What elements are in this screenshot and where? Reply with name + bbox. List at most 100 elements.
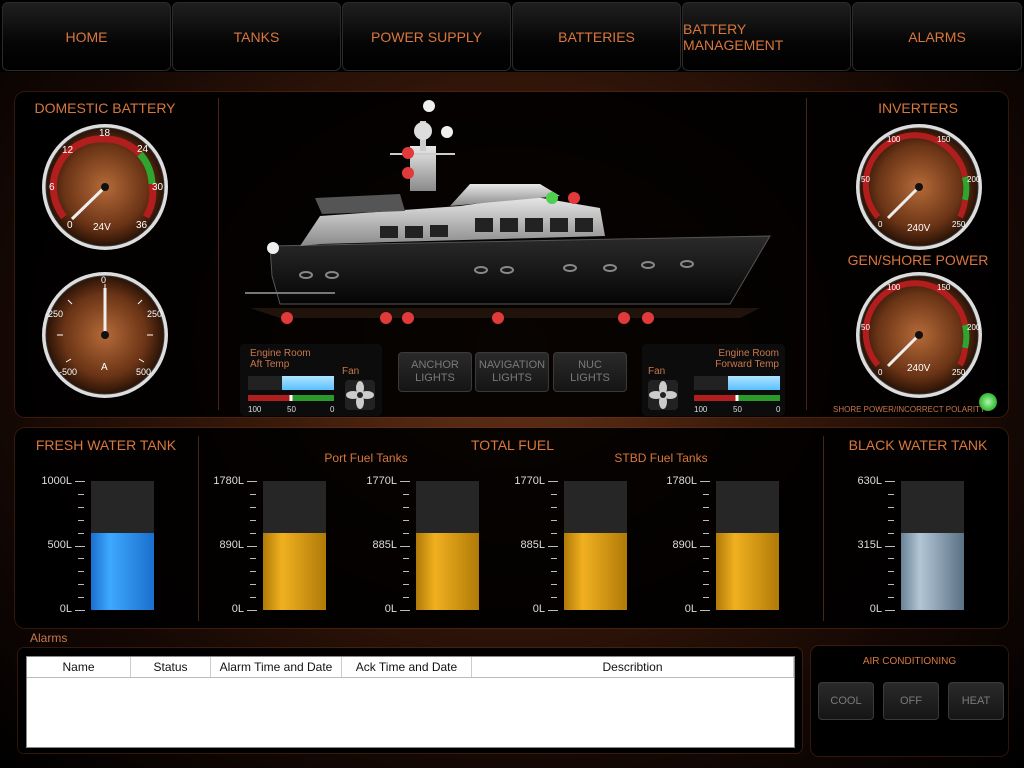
- tank-tick: [75, 481, 85, 482]
- tank-tick: [888, 506, 894, 508]
- gauge-tick-label: 0: [101, 275, 106, 285]
- fan-button[interactable]: [345, 380, 375, 410]
- gauge-tick-label: 0: [67, 220, 73, 231]
- column-header-alarm-time[interactable]: Alarm Time and Date: [210, 657, 342, 678]
- nuc-lights-button[interactable]: NUC LIGHTS: [553, 352, 627, 392]
- tab-home[interactable]: HOME: [2, 2, 171, 71]
- ac-off-button[interactable]: OFF: [883, 682, 939, 720]
- tank-scale-label: 0L: [231, 603, 244, 615]
- tank-level-fill: [416, 532, 479, 610]
- tab-alarms[interactable]: ALARMS: [852, 2, 1022, 71]
- black-water-title: BLACK WATER TANK: [848, 437, 988, 453]
- divider: [806, 98, 807, 410]
- tank-scale-label: 0L: [532, 603, 545, 615]
- air-conditioning-title: AIR CONDITIONING: [862, 656, 957, 667]
- tank-tick: [703, 571, 709, 573]
- ac-heat-button[interactable]: HEAT: [948, 682, 1004, 720]
- fan-label: Fan: [648, 366, 666, 377]
- port-fuel-tank: [263, 481, 326, 610]
- navigation-lights-button[interactable]: NAVIGATION LIGHTS: [475, 352, 549, 392]
- tank-tick: [700, 610, 710, 611]
- gauge-tick-label: 24: [137, 144, 149, 155]
- scale-label: 0: [330, 405, 335, 414]
- gauge-tick-label: 6: [49, 182, 55, 193]
- anchor-light-indicator: [441, 126, 453, 138]
- alarms-table[interactable]: Name Status Alarm Time and Date Ack Time…: [26, 656, 795, 748]
- tank-tick: [885, 610, 895, 611]
- btn-label: ANCHOR: [411, 359, 459, 371]
- tank-scale-label: 1770L: [366, 475, 397, 487]
- fan-icon: [649, 381, 677, 409]
- tank-tick: [888, 571, 894, 573]
- tank-tick: [888, 584, 894, 586]
- tank-tick: [703, 558, 709, 560]
- tank-scale-label: 315L: [857, 539, 882, 551]
- temp-bar: [694, 376, 780, 390]
- tank-scale-label: 885L: [372, 539, 397, 551]
- tank-tick: [551, 532, 557, 534]
- tab-tanks[interactable]: TANKS: [172, 2, 341, 71]
- tank-tick: [703, 597, 709, 599]
- column-header-description[interactable]: Describtion: [471, 657, 794, 678]
- engine-aft-temp-panel: Engine Room Aft Temp Fan 100 50 0: [240, 344, 382, 416]
- column-header-ack-time[interactable]: Ack Time and Date: [341, 657, 472, 678]
- tab-battery-management[interactable]: BATTERY MANAGEMENT: [682, 2, 851, 71]
- tank-tick: [888, 519, 894, 521]
- temp-bar-fill: [282, 376, 334, 390]
- fresh-water-title: FRESH WATER TANK: [35, 437, 177, 453]
- total-fuel-title: TOTAL FUEL: [471, 437, 554, 453]
- gauge-tick-label: 250: [952, 368, 966, 377]
- gauge-tick-label: -250: [45, 309, 63, 319]
- tank-tick: [403, 493, 409, 495]
- btn-label: NAVIGATION: [478, 359, 546, 371]
- tank-tick: [548, 610, 558, 611]
- tank-tick: [78, 532, 84, 534]
- stbd-fuel-title: STBD Fuel Tanks: [614, 451, 708, 465]
- temp-bar: [248, 376, 334, 390]
- gauge-unit: A: [101, 362, 108, 373]
- tank-tick: [403, 584, 409, 586]
- tank-tick: [78, 519, 84, 521]
- nuc-light-indicator: [402, 147, 414, 159]
- tank-tick: [885, 481, 895, 482]
- underwater-light-indicator: [380, 312, 392, 324]
- tank-tick: [75, 610, 85, 611]
- tank-tick: [400, 545, 410, 547]
- tank-tick: [703, 493, 709, 495]
- gen-shore-title: GEN/SHORE POWER: [847, 252, 989, 268]
- tank-tick: [250, 571, 256, 573]
- tank-tick: [888, 597, 894, 599]
- tab-batteries[interactable]: BATTERIES: [512, 2, 681, 71]
- gauge-tick-label: 0: [878, 220, 883, 229]
- gauge-tick-label: 150: [937, 283, 951, 292]
- anchor-lights-button[interactable]: ANCHOR LIGHTS: [398, 352, 472, 392]
- black-water-tank: [901, 481, 964, 610]
- temp-bar-fill: [728, 376, 780, 390]
- tank-scale-label: 500L: [47, 539, 72, 551]
- ac-cool-button[interactable]: COOL: [818, 682, 874, 720]
- tab-power-supply[interactable]: POWER SUPPLY: [342, 2, 511, 71]
- divider: [218, 98, 219, 410]
- tank-tick: [250, 519, 256, 521]
- tank-tick: [403, 532, 409, 534]
- tank-scale-label: 890L: [672, 539, 697, 551]
- tanks-panel: [15, 428, 1008, 628]
- polarity-status-led: [979, 393, 997, 411]
- tank-tick: [78, 493, 84, 495]
- btn-label: LIGHTS: [415, 372, 455, 384]
- gauge-tick-label: 50: [861, 323, 870, 332]
- column-header-name[interactable]: Name: [27, 657, 131, 678]
- scale-label: 100: [694, 405, 708, 414]
- gen-shore-gauge: 0 50 100 150 200 250 240V: [854, 270, 984, 400]
- fan-button[interactable]: [648, 380, 678, 410]
- column-header-status[interactable]: Status: [130, 657, 211, 678]
- gauge-tick-label: 36: [136, 220, 148, 231]
- tank-tick: [888, 558, 894, 560]
- tank-scale-label: 630L: [857, 475, 882, 487]
- port-fuel-title: Port Fuel Tanks: [324, 451, 408, 465]
- tank-level-fill: [901, 532, 964, 610]
- alarms-title: Alarms: [30, 631, 68, 645]
- tank-tick: [400, 610, 410, 611]
- tank-tick: [403, 558, 409, 560]
- gauge-unit: 240V: [907, 223, 931, 234]
